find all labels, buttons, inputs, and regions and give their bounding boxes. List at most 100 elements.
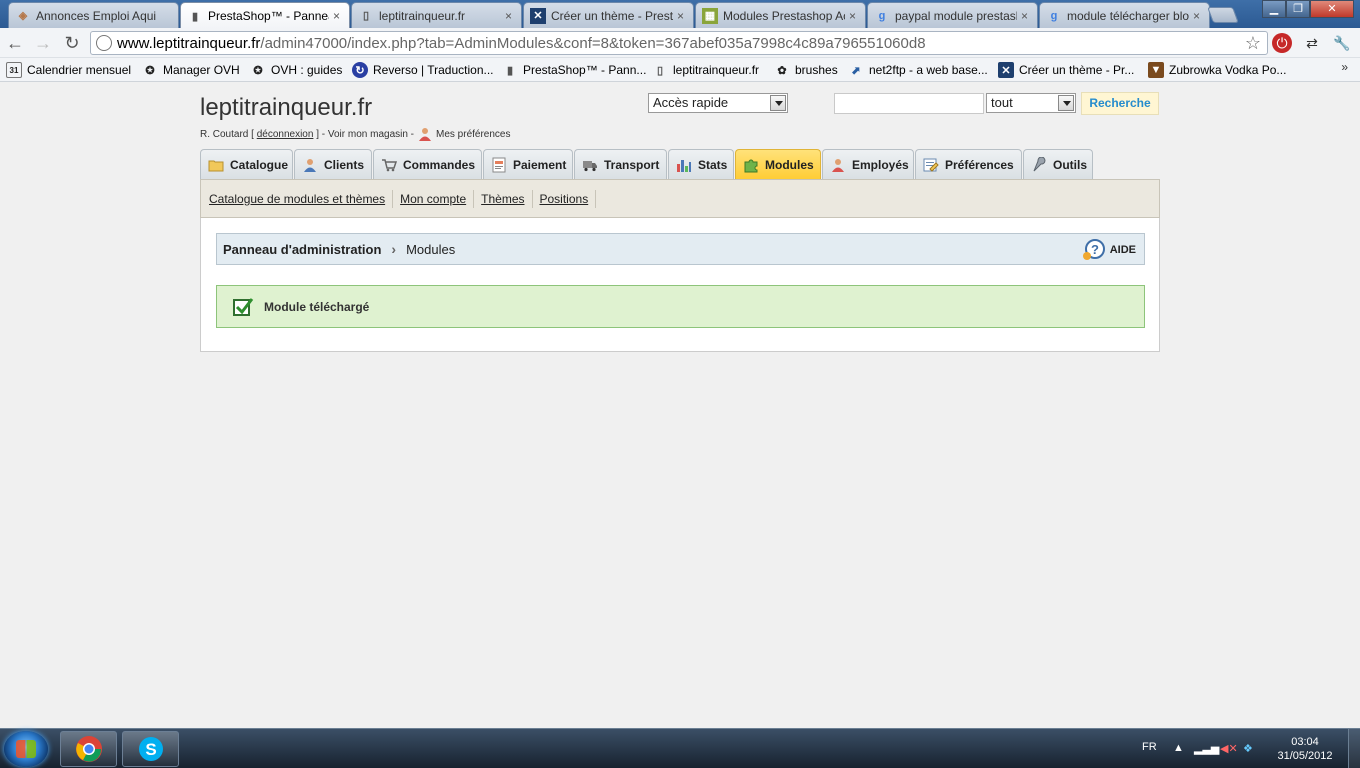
modules-subnav: Catalogue de modules et thèmes Mon compt… [200, 179, 1160, 218]
search-input[interactable] [834, 93, 984, 114]
puzzle-icon: ▦ [702, 7, 718, 24]
breadcrumb-current: Modules [406, 241, 456, 257]
address-bar[interactable]: www.leptitrainqueur.fr/admin47000/index.… [90, 31, 1268, 55]
browser-tab[interactable]: g module télécharger blo × [1039, 2, 1210, 28]
browser-tab-strip: ◈ Annonces Emploi Aqui ▮ PrestaShop™ - P… [0, 0, 1360, 29]
minimize-icon[interactable]: ▁ [1262, 0, 1286, 18]
search-button[interactable]: Recherche [1081, 92, 1159, 115]
bookmark[interactable]: ✪ Manager OVH [142, 61, 239, 79]
browser-tab-active[interactable]: ▮ PrestaShop™ - Panneau × [180, 2, 350, 29]
tab-clients[interactable]: Clients [294, 149, 372, 180]
bookmark[interactable]: ▯ leptitrainqueur.fr [652, 61, 759, 79]
bookmark-star-icon[interactable]: ☆ [1245, 33, 1261, 54]
show-desktop-button[interactable] [1348, 729, 1360, 768]
taskbar-chrome[interactable] [60, 731, 117, 767]
tab-stats[interactable]: Stats [668, 149, 734, 180]
tab-preferences[interactable]: Préférences [915, 149, 1022, 180]
taskbar-skype[interactable]: S [122, 731, 179, 767]
more-bookmarks-icon[interactable]: » [1341, 60, 1348, 74]
ovh-icon: ✪ [145, 64, 155, 77]
tray-expand-icon[interactable]: ▲ [1173, 742, 1184, 754]
reload-icon[interactable]: ↻ [61, 32, 83, 54]
back-icon[interactable]: ← [4, 32, 26, 54]
volume-muted-icon[interactable]: ◀✕ [1220, 742, 1238, 755]
language-indicator[interactable]: FR [1142, 741, 1157, 753]
ovh-icon: ✪ [253, 64, 263, 77]
cross-icon: ✕ [998, 62, 1014, 78]
subnav-positions[interactable]: Positions [536, 189, 597, 208]
wrench-menu-icon[interactable]: 🔧 [1332, 33, 1352, 53]
bookmark[interactable]: ▮ PrestaShop™ - Pann... [502, 61, 646, 79]
quick-access-value: Accès rapide [653, 95, 729, 110]
bottle-icon: ▼ [1148, 62, 1164, 78]
browser-tab[interactable]: ◈ Annonces Emploi Aqui [8, 2, 179, 28]
confirmation-text: Module téléchargé [264, 299, 370, 314]
close-window-icon[interactable]: ✕ [1310, 0, 1354, 18]
bookmark-label: Reverso | Traduction... [373, 63, 494, 77]
search-scope-select[interactable]: tout [986, 93, 1076, 113]
tab-transport[interactable]: Transport [574, 149, 667, 180]
close-icon[interactable]: × [677, 9, 687, 23]
browser-toolbar: ← → ↻ www.leptitrainqueur.fr/admin47000/… [0, 28, 1360, 58]
tab-outils[interactable]: Outils [1023, 149, 1093, 180]
tab-paiement[interactable]: Paiement [483, 149, 573, 180]
bookmark[interactable]: ↻ Reverso | Traduction... [352, 61, 494, 79]
tab-label: Stats [698, 158, 728, 172]
browser-tab[interactable]: ▦ Modules Prestashop Ac × [695, 2, 866, 28]
new-tab-button[interactable] [1207, 7, 1239, 23]
subnav-catalogue-modules-themes[interactable]: Catalogue de modules et thèmes [205, 189, 394, 208]
bookmark[interactable]: ▼ Zubrowka Vodka Po... [1148, 61, 1286, 79]
bookmark-label: brushes [795, 63, 838, 77]
bookmark[interactable]: ✿ brushes [774, 61, 838, 79]
browser-tab[interactable]: g paypal module prestash × [867, 2, 1038, 28]
browser-tab[interactable]: ✕ Créer un thème - Presta × [523, 2, 694, 28]
network-icon[interactable]: ▂▃▅ [1194, 742, 1219, 755]
clock[interactable]: 03:04 31/05/2012 [1270, 735, 1340, 763]
cross-icon: ✕ [530, 7, 546, 24]
svg-text:S: S [145, 740, 156, 759]
quick-access-select[interactable]: Accès rapide [648, 93, 788, 113]
help-button[interactable]: ? AIDE [1081, 238, 1136, 262]
bookmark-label: PrestaShop™ - Pann... [523, 63, 647, 77]
bookmark-label: OVH : guides [271, 63, 343, 77]
tab-label: Outils [1053, 158, 1088, 172]
close-icon[interactable]: × [505, 9, 515, 23]
tab-catalogue[interactable]: Catalogue [200, 149, 293, 180]
browser-tab-label: Créer un thème - Presta [551, 8, 673, 23]
admin-page: leptitrainqueur.fr R. Coutard [ déconnex… [0, 82, 1360, 728]
dropbox-icon[interactable]: ❖ [1243, 742, 1253, 755]
close-icon[interactable]: × [333, 9, 343, 23]
cart-icon [381, 157, 397, 173]
subnav-themes[interactable]: Thèmes [477, 189, 533, 208]
close-icon[interactable]: × [1021, 9, 1031, 23]
close-icon[interactable]: × [849, 9, 859, 23]
start-button[interactable] [4, 731, 48, 767]
bookmark[interactable]: ✪ OVH : guides [250, 61, 342, 79]
puzzle-icon [743, 157, 759, 173]
bookmarks-bar: 31 Calendrier mensuel ✪ Manager OVH ✪ OV… [0, 58, 1360, 82]
net2ftp-icon: ⬈ [851, 64, 861, 77]
tab-modules[interactable]: Modules [735, 149, 821, 180]
maximize-icon[interactable]: ❐ [1286, 0, 1310, 18]
my-preferences-link[interactable]: Mes préférences [436, 129, 510, 140]
chevron-down-icon [1058, 95, 1074, 111]
breadcrumb-root[interactable]: Panneau d'administration [223, 242, 381, 257]
extension-icon[interactable]: ⇄ [1302, 33, 1322, 53]
bookmark-label: leptitrainqueur.fr [673, 63, 760, 77]
subnav-mon-compte[interactable]: Mon compte [396, 189, 475, 208]
browser-tab[interactable]: ▯ leptitrainqueur.fr × [351, 2, 522, 28]
tab-commandes[interactable]: Commandes [373, 149, 482, 180]
forward-icon[interactable]: → [32, 32, 54, 54]
page-icon: ▯ [362, 10, 370, 22]
logout-link[interactable]: déconnexion [257, 129, 314, 140]
clock-date: 31/05/2012 [1277, 750, 1333, 762]
settings-sheet-icon [923, 157, 939, 173]
close-icon[interactable]: × [1193, 9, 1203, 23]
bookmark[interactable]: ✕ Créer un thème - Pr... [998, 61, 1134, 79]
view-shop-link[interactable]: ] - Voir mon magasin - [316, 129, 414, 140]
google-icon: g [878, 9, 886, 22]
bookmark[interactable]: ⬈ net2ftp - a web base... [848, 61, 987, 79]
tab-employes[interactable]: Employés [822, 149, 914, 180]
adblock-icon[interactable]: ⏻ [1272, 33, 1292, 53]
bookmark[interactable]: 31 Calendrier mensuel [6, 61, 131, 79]
